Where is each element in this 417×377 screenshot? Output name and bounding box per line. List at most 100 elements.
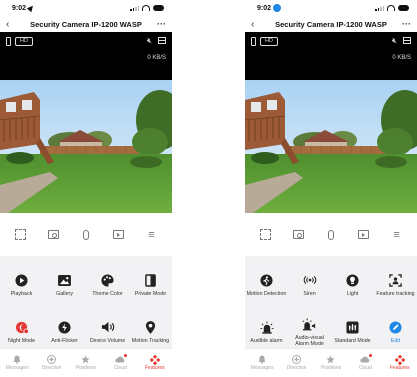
camera-feed[interactable] [245, 80, 417, 213]
tab-messages[interactable]: Messages [0, 355, 34, 371]
video-header: HD 🔇︎ 0 KB/S [0, 32, 172, 80]
tab-label: Direction [41, 365, 62, 371]
record-icon[interactable] [357, 228, 371, 242]
direction-icon [292, 355, 302, 364]
collapse-menu-icon[interactable]: ≡ [145, 228, 159, 242]
status-bar: 9:02 [0, 0, 172, 16]
feature-label: Motion Tracking [131, 338, 170, 344]
microphone-icon[interactable] [324, 228, 338, 242]
tab-bar: Messages Direction Positions Cloud Featu… [245, 348, 417, 377]
back-icon[interactable]: ‹ [6, 19, 16, 30]
video-header: HD 🔇︎ 0 KB/S [245, 32, 417, 80]
night-mode-icon [14, 319, 30, 335]
camera-feed-image [0, 80, 172, 213]
page-title: Security Camera IP-1200 WASP [30, 19, 142, 29]
phone-screen-right: 9:02 ‹ Security Camera IP-1200 WASP ··· … [245, 0, 417, 377]
cloud-icon [115, 354, 128, 364]
bitrate-readout: 0 KB/S [392, 55, 411, 61]
feature-label: Audio-visual Alarm Mode [295, 335, 324, 347]
signal-icon [130, 5, 139, 11]
portrait-icon[interactable] [6, 37, 11, 46]
tab-features[interactable]: Features [138, 354, 172, 371]
tab-cloud[interactable]: Cloud [103, 354, 137, 371]
quality-button[interactable]: HD [260, 37, 278, 46]
fullscreen-icon[interactable] [258, 228, 272, 242]
microphone-icon[interactable] [79, 228, 93, 242]
siren-icon [302, 272, 318, 288]
feature-label: Light [346, 291, 359, 297]
location-badge-icon [273, 4, 282, 12]
mute-icon[interactable]: 🔇︎ [392, 36, 397, 46]
direction-icon [47, 355, 57, 364]
feature-gallery[interactable]: Gallery [43, 261, 86, 308]
star-icon [81, 355, 91, 364]
location-pin-icon [143, 319, 159, 335]
collapse-menu-icon[interactable]: ≡ [390, 228, 404, 242]
location-arrow-icon [26, 3, 36, 13]
feature-grid: Playback Gallery Theme Color Private Mod… [0, 257, 172, 359]
feature-playback[interactable]: Playback [0, 261, 43, 308]
screenshot-icon[interactable] [46, 228, 60, 242]
gallery-icon [57, 272, 73, 288]
anti-flicker-icon [57, 319, 73, 335]
feature-private-mode[interactable]: Private Mode [129, 261, 172, 308]
feature-light[interactable]: Light [331, 261, 374, 308]
feature-siren[interactable]: Siren [288, 261, 331, 308]
feature-label: Gallery [56, 291, 73, 297]
split-screen-icon[interactable] [158, 37, 166, 44]
tab-label: Cloud [113, 365, 127, 371]
screenshot-icon[interactable] [291, 228, 305, 242]
tab-cloud[interactable]: Cloud [348, 354, 382, 371]
status-bar: 9:02 [245, 0, 417, 16]
feature-label: Anti-Flicker [51, 338, 78, 344]
status-time: 9:02 [12, 4, 27, 12]
alarm-icon [259, 319, 275, 335]
features-icon [149, 354, 160, 365]
camera-feed-image [245, 80, 417, 213]
feature-feature-tracking[interactable]: Feature tracking [374, 261, 417, 308]
more-icon[interactable]: ··· [401, 19, 411, 29]
feature-label: Standard Mode [334, 338, 371, 344]
split-screen-icon[interactable] [403, 37, 411, 44]
edit-icon [388, 319, 404, 335]
tab-label: Features [389, 365, 410, 371]
feature-motion-detection[interactable]: Motion Detection [245, 261, 288, 308]
motion-detection-icon [259, 272, 275, 288]
feature-label: Theme Color [92, 291, 123, 297]
record-icon[interactable] [112, 228, 126, 242]
cloud-icon [360, 354, 373, 364]
tab-label: Cloud [358, 365, 372, 371]
tab-features[interactable]: Features [383, 354, 417, 371]
feature-theme-color[interactable]: Theme Color [86, 261, 129, 308]
more-icon[interactable]: ··· [156, 19, 166, 29]
star-icon [326, 355, 336, 364]
signal-icon [375, 5, 384, 11]
tab-messages[interactable]: Messages [245, 355, 279, 371]
mute-icon[interactable]: 🔇︎ [147, 36, 152, 46]
tab-label: Messages [5, 365, 29, 371]
feature-label: Device Volume [89, 338, 126, 344]
battery-icon [398, 5, 409, 11]
feature-label: Playback [10, 291, 33, 297]
tab-positions[interactable]: Positions [69, 355, 103, 371]
back-icon[interactable]: ‹ [251, 19, 261, 30]
page-title: Security Camera IP-1200 WASP [275, 19, 387, 29]
tab-direction[interactable]: Direction [280, 355, 314, 371]
quality-button[interactable]: HD [15, 37, 33, 46]
bitrate-readout: 0 KB/S [147, 55, 166, 61]
feature-label: Audible alarm [250, 338, 283, 344]
feature-label: Feature tracking [376, 291, 415, 297]
notification-dot [124, 354, 128, 357]
camera-feed[interactable] [0, 80, 172, 213]
features-icon [394, 354, 405, 365]
bell-icon [12, 355, 22, 364]
portrait-icon[interactable] [251, 37, 256, 46]
battery-icon [153, 5, 164, 11]
fullscreen-icon[interactable] [13, 228, 27, 242]
tab-label: Direction [286, 365, 307, 371]
speaker-icon [100, 319, 116, 335]
tab-positions[interactable]: Positions [314, 355, 348, 371]
wifi-icon [142, 5, 150, 11]
nav-bar: ‹ Security Camera IP-1200 WASP ··· [0, 16, 172, 32]
tab-direction[interactable]: Direction [35, 355, 69, 371]
